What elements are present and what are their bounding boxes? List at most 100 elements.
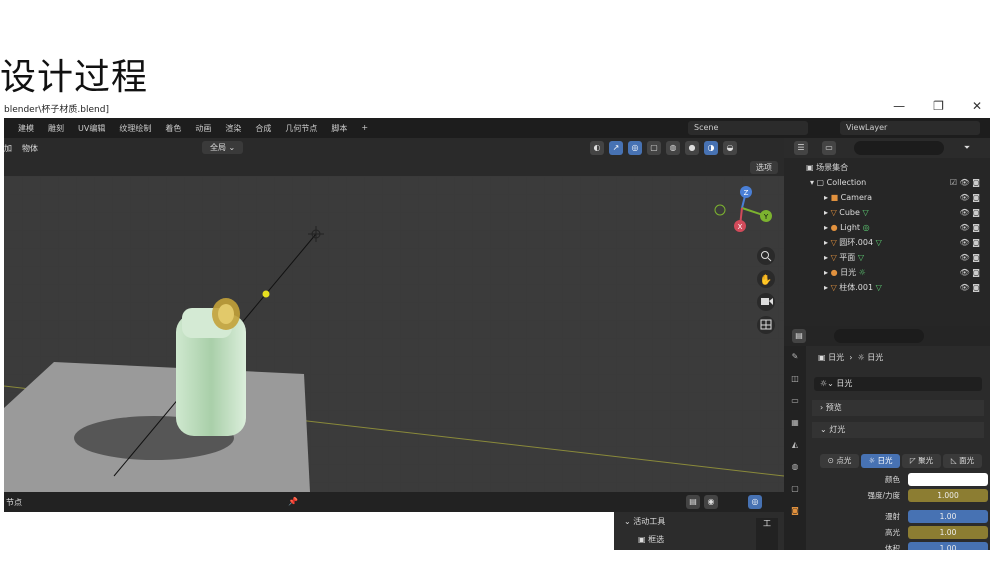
- wireframe-shading-icon[interactable]: ◍: [666, 141, 680, 155]
- minimize-button[interactable]: —: [893, 99, 905, 113]
- tab-rendering[interactable]: 渲染: [225, 123, 241, 134]
- mesh-data-icon: ▽: [862, 208, 869, 217]
- tab-compositing[interactable]: 合成: [255, 123, 271, 134]
- editor-type-icon[interactable]: ▤: [686, 495, 700, 509]
- outliner-item-cube[interactable]: ▸ ▽ Cube ▽ 👁 ◙: [784, 205, 990, 220]
- visibility-icon[interactable]: ◐: [590, 141, 604, 155]
- camera-view-icon[interactable]: [757, 293, 775, 311]
- active-tool-header[interactable]: ⌄ 活动工具: [624, 516, 665, 527]
- render-tab-icon[interactable]: ◫: [784, 368, 806, 390]
- filter-view-icon[interactable]: ▭: [822, 141, 836, 155]
- solid-shading-icon[interactable]: ●: [685, 141, 699, 155]
- menu-object[interactable]: 物体: [22, 143, 38, 154]
- view-layer-tab-icon[interactable]: ▦: [784, 412, 806, 434]
- mesh-data-icon: ▽: [875, 238, 882, 247]
- view-layer-selector[interactable]: ViewLayer: [840, 121, 980, 135]
- specular-field[interactable]: 1.00: [908, 526, 988, 539]
- box-select-tool[interactable]: ▣ 框选: [638, 534, 664, 545]
- rendered-shading-icon[interactable]: ◒: [723, 141, 737, 155]
- xray-icon[interactable]: ▢: [647, 141, 661, 155]
- outliner-item-sun[interactable]: ▸ ● 日光 ☼ 👁 ◙: [784, 265, 990, 280]
- visibility-toggles[interactable]: 👁 ◙: [960, 250, 980, 265]
- world-tab-icon[interactable]: ◍: [784, 456, 806, 478]
- display-mode-icon[interactable]: ☰: [794, 141, 808, 155]
- close-button[interactable]: ✕: [972, 99, 982, 113]
- outliner-search-input[interactable]: [854, 141, 944, 155]
- visibility-toggles[interactable]: 👁 ◙: [960, 235, 980, 250]
- add-workspace-button[interactable]: +: [361, 123, 368, 134]
- window-controls: — ❐ ✕: [893, 99, 982, 113]
- viewport-subheader: 选项: [4, 158, 784, 176]
- tab-animation[interactable]: 动画: [195, 123, 211, 134]
- zoom-icon[interactable]: [757, 247, 775, 265]
- outliner-item-light[interactable]: ▸ ● Light ◎ 👁 ◙: [784, 220, 990, 235]
- point-light-button[interactable]: ⊙ 点光: [820, 454, 859, 468]
- spot-light-button[interactable]: ◸ 聚光: [902, 454, 941, 468]
- breadcrumb: ▣ 日光 › ☼ 日光: [818, 353, 884, 362]
- visibility-toggles[interactable]: 👁 ◙: [960, 280, 980, 295]
- tool-tab-icon[interactable]: ✎: [784, 346, 806, 368]
- light-datablock-field[interactable]: ☼⌄ 日光: [814, 377, 982, 391]
- tab-texture-paint[interactable]: 纹理绘制: [119, 123, 151, 134]
- editor-type-icon[interactable]: ▤: [792, 329, 806, 343]
- outliner-item-plane[interactable]: ▸ ▽ 平面 ▽ 👁 ◙: [784, 250, 990, 265]
- mesh-icon: ▽: [830, 283, 837, 292]
- pin-icon[interactable]: 📌: [286, 495, 300, 509]
- tab-geometry-nodes[interactable]: 几何节点: [285, 123, 317, 134]
- sun-light-handle[interactable]: [262, 290, 270, 298]
- menu-add[interactable]: 加: [4, 143, 12, 154]
- scene-selector[interactable]: Scene: [688, 121, 808, 135]
- diffuse-property: 漫射 1.00: [824, 510, 988, 523]
- gizmo-y-label: Y: [763, 213, 769, 221]
- perspective-grid-icon[interactable]: [757, 316, 775, 334]
- data-tab-icon[interactable]: ◙: [784, 500, 806, 522]
- snap-icon[interactable]: ◉: [704, 495, 718, 509]
- slide-title: 设计过程: [0, 57, 149, 98]
- 3d-viewport[interactable]: Z Y X ✋: [4, 176, 784, 492]
- gizmo-toggle-icon[interactable]: ↗: [609, 141, 623, 155]
- strength-field[interactable]: 1.000: [908, 489, 988, 502]
- sidebar-tab[interactable]: 工: [756, 518, 778, 550]
- visibility-toggles[interactable]: 👁 ◙: [960, 190, 980, 205]
- blender-app: 建模 雕刻 UV编辑 纹理绘制 着色 动画 渲染 合成 几何节点 脚本 + Sc…: [4, 118, 990, 550]
- area-light-button[interactable]: ◺ 面光: [943, 454, 982, 468]
- outliner-item-cylinder[interactable]: ▸ ▽ 柱体.001 ▽ 👁 ◙: [784, 280, 990, 295]
- color-swatch[interactable]: [908, 473, 988, 486]
- mesh-icon: ▽: [830, 253, 837, 262]
- tab-shading[interactable]: 着色: [165, 123, 181, 134]
- pan-hand-icon[interactable]: ✋: [757, 270, 775, 288]
- visibility-toggles[interactable]: 👁 ◙: [960, 265, 980, 280]
- object-tab-icon[interactable]: ▢: [784, 478, 806, 500]
- bottle-mesh[interactable]: [176, 298, 246, 436]
- diffuse-field[interactable]: 1.00: [908, 510, 988, 523]
- collection-visibility-toggles[interactable]: ☑ 👁 ◙: [950, 175, 980, 190]
- filter-icon[interactable]: ⏷: [960, 141, 974, 155]
- overlay-icon[interactable]: ◎: [748, 495, 762, 509]
- material-shading-icon[interactable]: ◑: [704, 141, 718, 155]
- maximize-button[interactable]: ❐: [933, 99, 944, 113]
- transform-orientation-dropdown[interactable]: 全局 ⌄: [202, 141, 244, 154]
- svg-text:✋: ✋: [760, 273, 772, 286]
- properties-editor: ▤ ✎ ◫ ▭ ▦ ◭ ◍ ▢ ◙ ▣ 日光 › ☼ 日光 ☼⌄ 日光 › 预览…: [784, 326, 990, 550]
- scene-tab-icon[interactable]: ◭: [784, 434, 806, 456]
- volume-field[interactable]: 1.00: [908, 542, 988, 550]
- visibility-toggles[interactable]: 👁 ◙: [960, 220, 980, 235]
- sun-icon: ☼: [857, 353, 865, 362]
- outliner-item-camera[interactable]: ▸ ■ Camera 👁 ◙: [784, 190, 990, 205]
- options-dropdown[interactable]: 选项: [750, 161, 778, 174]
- tab-sculpting[interactable]: 雕刻: [48, 123, 64, 134]
- outliner-item-torus[interactable]: ▸ ▽ 圆环.004 ▽ 👁 ◙: [784, 235, 990, 250]
- tab-uv-editing[interactable]: UV编辑: [78, 123, 105, 134]
- lower-editor-area: [4, 512, 614, 550]
- outliner-collection[interactable]: ▾ ▢ Collection ☑ 👁 ◙: [784, 175, 990, 190]
- tab-scripting[interactable]: 脚本: [331, 123, 347, 134]
- outliner-scene-collection[interactable]: ▣ 场景集合: [784, 160, 990, 175]
- overlay-toggle-icon[interactable]: ◎: [628, 141, 642, 155]
- properties-search-input[interactable]: [834, 329, 924, 343]
- preview-panel-header[interactable]: › 预览: [812, 400, 984, 416]
- output-tab-icon[interactable]: ▭: [784, 390, 806, 412]
- visibility-toggles[interactable]: 👁 ◙: [960, 205, 980, 220]
- light-panel-header[interactable]: ⌄ 灯光: [812, 422, 984, 438]
- sun-light-button[interactable]: ☼ 日光: [861, 454, 900, 468]
- tab-modeling[interactable]: 建模: [18, 123, 34, 134]
